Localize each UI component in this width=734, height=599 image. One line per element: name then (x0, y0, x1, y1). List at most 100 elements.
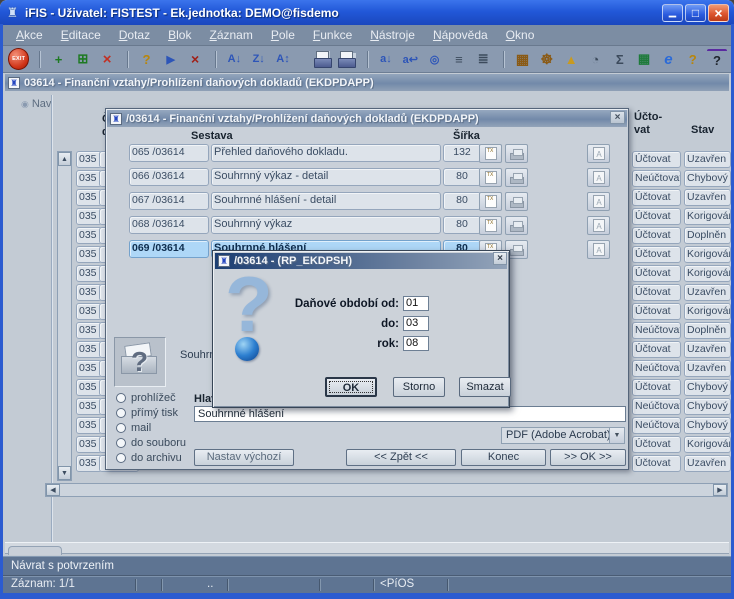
excel-export-icon[interactable]: ▦ (634, 49, 654, 70)
report-width-field[interactable]: 80 (443, 192, 481, 210)
status-field[interactable]: Chybový (684, 379, 731, 396)
menu-blok[interactable]: Blok (159, 26, 200, 44)
status-field[interactable]: Uzavřen (684, 284, 731, 301)
sort-desc-icon[interactable]: Z↓ (249, 49, 269, 70)
set-default-button[interactable]: Nastav výchozí (194, 449, 294, 466)
report-number-field[interactable]: 069 /03614 (129, 240, 209, 258)
menu-akce[interactable]: Akce (7, 26, 52, 44)
close-button[interactable] (708, 3, 729, 22)
report-number-field[interactable]: 068 /03614 (129, 216, 209, 234)
minimize-button[interactable] (662, 3, 683, 22)
param-dialog-close-icon[interactable]: × (493, 252, 507, 265)
account-field[interactable]: Účtovat (632, 379, 681, 396)
year-input[interactable]: 08 (403, 336, 429, 351)
account-field[interactable]: Neúčtovat (632, 170, 681, 187)
account-field[interactable]: Účtovat (632, 208, 681, 225)
sum-icon[interactable]: Σ (610, 49, 630, 70)
account-field[interactable]: Účtovat (632, 303, 681, 320)
menu-editace[interactable]: Editace (52, 26, 110, 44)
status-field[interactable]: Chybový (684, 170, 731, 187)
insert-record-icon[interactable]: + (39, 49, 68, 70)
radio-button[interactable] (116, 437, 126, 448)
status-field[interactable]: Korigován (684, 436, 731, 453)
pdf-output-button[interactable] (587, 144, 610, 163)
vertical-scrollbar[interactable]: ▲ ▼ (57, 151, 72, 481)
horizontal-scrollbar[interactable]: ◀ ▶ (45, 483, 728, 497)
zoom-record-icon[interactable]: ◎ (424, 49, 444, 70)
report-number-field[interactable]: 067 /03614 (129, 192, 209, 210)
scroll-down-button[interactable]: ▼ (58, 466, 71, 480)
period-from-input[interactable]: 01 (403, 296, 429, 311)
account-field[interactable]: Neúčtovat (632, 322, 681, 339)
period-to-input[interactable]: 03 (403, 316, 429, 331)
txt-output-button[interactable] (479, 144, 502, 163)
menu-pole[interactable]: Pole (262, 26, 304, 44)
report-width-field[interactable]: 132 (443, 144, 481, 162)
radio-button[interactable] (116, 407, 126, 418)
ok-button[interactable]: OK (325, 377, 377, 397)
status-field[interactable]: Korigován (684, 246, 731, 263)
menu-zaznam[interactable]: Záznam (200, 26, 261, 44)
enter-query-icon[interactable]: ? (127, 49, 156, 70)
menu-okno[interactable]: Okno (497, 26, 544, 44)
graph-icon[interactable]: ▲ (561, 49, 581, 70)
exit-icon[interactable]: EXIT (8, 48, 30, 70)
print-setup-icon[interactable] (336, 49, 357, 70)
print-icon[interactable] (312, 49, 333, 70)
tree-view-icon[interactable]: ≣ (473, 49, 493, 70)
pdf-output-button[interactable] (587, 192, 610, 211)
duplicate-record-icon[interactable]: ⊞ (73, 49, 93, 70)
status-field[interactable]: Korigován (684, 303, 731, 320)
status-field[interactable]: Uzavřen (684, 360, 731, 377)
report-name-field[interactable]: Souhrnné hlášení - detail (211, 192, 441, 210)
delete-button[interactable]: Smazat (459, 377, 511, 397)
report-name-field[interactable]: Souhrnný výkaz (211, 216, 441, 234)
menu-nastroje[interactable]: Nástroje (361, 26, 424, 44)
report-number-field[interactable]: 066 /03614 (129, 168, 209, 186)
pdf-output-button[interactable] (587, 240, 610, 259)
status-field[interactable]: Chybový (684, 417, 731, 434)
nav-tab[interactable]: Nav (21, 98, 52, 110)
report-number-field[interactable]: 065 /03614 (129, 144, 209, 162)
report-width-field[interactable]: 80 (443, 168, 481, 186)
txt-output-button[interactable] (479, 216, 502, 235)
status-field[interactable]: Korigován (684, 265, 731, 282)
status-field[interactable]: Chybový (684, 398, 731, 415)
chevron-down-icon[interactable]: ▼ (609, 428, 624, 443)
account-field[interactable]: Účtovat (632, 436, 681, 453)
print-output-button[interactable] (505, 192, 528, 211)
report-dialog-close-icon[interactable]: × (610, 111, 625, 124)
menu-funkce[interactable]: Funkce (304, 26, 361, 44)
status-field[interactable]: Uzavřen (684, 455, 731, 472)
account-field[interactable]: Neúčtovat (632, 360, 681, 377)
execute-query-icon[interactable]: ▶ (161, 49, 181, 70)
cancel-query-icon[interactable]: × (185, 49, 205, 70)
account-field[interactable]: Účtovat (632, 265, 681, 282)
account-field[interactable]: Účtovat (632, 189, 681, 206)
delete-record-icon[interactable]: × (97, 49, 117, 70)
maximize-button[interactable] (685, 3, 706, 22)
gauge-icon[interactable]: ◔ (585, 49, 605, 70)
account-field[interactable]: Neúčtovat (632, 398, 681, 415)
status-field[interactable]: Doplněn (684, 322, 731, 339)
back-button[interactable]: << Zpět << (346, 449, 456, 466)
radio-button[interactable] (116, 392, 126, 403)
pdf-output-button[interactable] (587, 216, 610, 235)
account-field[interactable]: Účtovat (632, 284, 681, 301)
sort-custom-icon[interactable]: A↕ (273, 49, 293, 70)
help-icon[interactable]: ? (706, 48, 728, 70)
cancel-button[interactable]: Storno (393, 377, 445, 397)
report-icon[interactable]: ▦ (503, 49, 532, 70)
account-field[interactable]: Účtovat (632, 227, 681, 244)
sort-asc-icon[interactable]: A↓ (215, 49, 244, 70)
end-button[interactable]: Konec (461, 449, 546, 466)
scroll-right-button[interactable]: ▶ (713, 484, 727, 496)
field-return-icon[interactable]: a↩ (400, 49, 420, 70)
status-field[interactable]: Doplněn (684, 227, 731, 244)
pdf-output-button[interactable] (587, 168, 610, 187)
status-field[interactable]: Korigován (684, 208, 731, 225)
radio-button[interactable] (116, 422, 126, 433)
field-down-icon[interactable]: a↓ (366, 49, 396, 70)
print-output-button[interactable] (505, 168, 528, 187)
status-field[interactable]: Uzavřen (684, 341, 731, 358)
